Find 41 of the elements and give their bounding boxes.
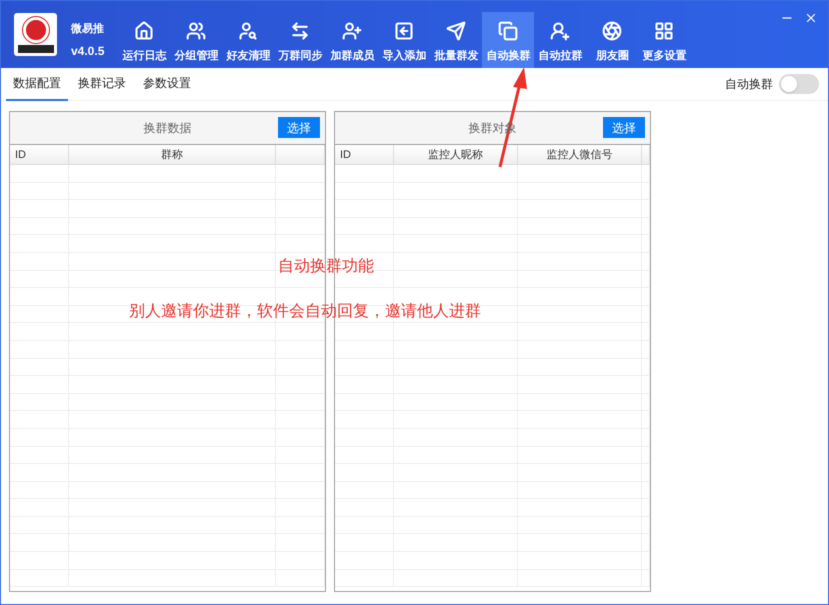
- column-header: ID: [335, 145, 394, 164]
- toolbar-icon: [342, 21, 362, 41]
- tab[interactable]: 参数设置: [136, 68, 198, 100]
- toolbar-icon: [550, 21, 570, 41]
- toggle-switch[interactable]: [779, 74, 819, 94]
- toolbar-icon: [238, 21, 258, 41]
- tab[interactable]: 数据配置: [6, 68, 68, 100]
- column-header: 群称: [69, 145, 276, 164]
- toolbar-button[interactable]: 万群同步: [274, 16, 326, 68]
- toggle-label: 自动换群: [725, 76, 773, 93]
- toolbar-button[interactable]: 加群成员: [326, 16, 378, 68]
- toolbar-icon: [446, 21, 466, 41]
- toolbar-button[interactable]: 导入添加: [378, 16, 430, 68]
- annotation-title: 自动换群功能: [278, 256, 374, 277]
- toolbar-icon: [290, 21, 310, 41]
- column-header: 监控人微信号: [518, 145, 642, 164]
- toolbar-button[interactable]: 批量群发: [430, 16, 482, 68]
- column-header: ID: [10, 145, 69, 164]
- toolbar-icon: [498, 21, 518, 41]
- toolbar-button[interactable]: 运行日志: [118, 16, 170, 68]
- toolbar-icon: [602, 21, 622, 41]
- toolbar-button[interactable]: 分组管理: [170, 16, 222, 68]
- select-button[interactable]: 选择: [603, 117, 645, 138]
- toolbar-icon: [134, 21, 154, 41]
- toolbar-icon: [394, 21, 414, 41]
- panel-title: 换群数据: [144, 120, 192, 137]
- close-icon[interactable]: [804, 11, 818, 25]
- app-name: 微易推: [71, 22, 104, 37]
- annotation-text: 别人邀请你进群，软件会自动回复，邀请他人进群: [129, 302, 481, 322]
- select-button[interactable]: 选择: [278, 117, 320, 138]
- app-logo: [14, 13, 57, 56]
- column-header: 监控人昵称: [394, 145, 518, 164]
- toolbar-button[interactable]: 自动换群: [482, 12, 534, 68]
- toolbar-icon: [186, 21, 206, 41]
- toolbar-button[interactable]: 好友清理: [222, 16, 274, 68]
- toolbar-button[interactable]: 自动拉群: [534, 16, 586, 68]
- toolbar-button[interactable]: 更多设置: [638, 16, 690, 68]
- toolbar-icon: [654, 21, 674, 41]
- tab[interactable]: 换群记录: [71, 68, 133, 100]
- app-version: v4.0.5: [71, 42, 104, 60]
- toolbar-button[interactable]: 朋友圈: [586, 16, 638, 68]
